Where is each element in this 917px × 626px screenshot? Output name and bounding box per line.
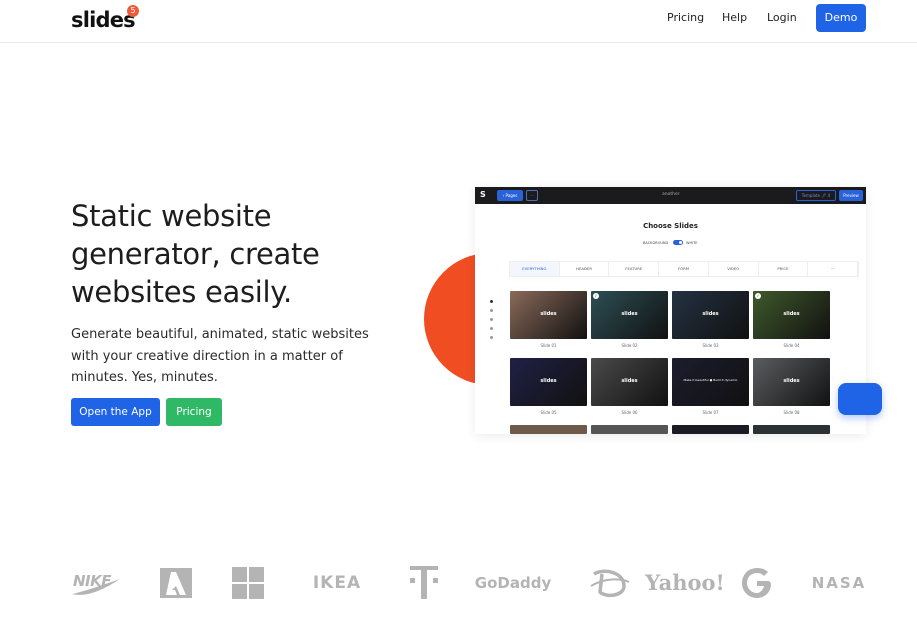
preview-tab: HEADER [560, 262, 610, 276]
side-dot [490, 327, 493, 330]
slide-thumbnail: slides ✓ [591, 291, 668, 339]
preview-side-dots [490, 300, 493, 345]
side-dot [490, 318, 493, 321]
check-icon: ✓ [755, 293, 761, 299]
hero-subtitle: Generate beautiful, animated, static web… [71, 327, 369, 385]
app-preview-screenshot: S ‹ Pages ··· another Template 🖊 4 Previ… [475, 187, 866, 434]
slide-caption: Slide 08 [783, 410, 800, 415]
ikea-logo: IKEA [312, 572, 362, 593]
slide-thumbnail-text: slides [621, 311, 638, 317]
hero-title: Static website generator, create website… [71, 199, 320, 309]
side-dot [490, 300, 493, 303]
preview-title: Choose Slides [643, 222, 698, 230]
slide-thumbnail: slides [753, 358, 830, 406]
preview-toggle-right-label: WHITE [686, 241, 698, 245]
side-dot [490, 336, 493, 339]
preview-toggle-switch [673, 240, 683, 245]
top-navbar: slides 5 Pricing Help Login Demo [0, 0, 917, 43]
google-logo [741, 560, 773, 605]
slide-thumbnail [672, 425, 749, 434]
t-mobile-logo [410, 560, 438, 605]
logo-badge: 5 [127, 5, 139, 17]
slide-thumbnail-text: slides [540, 311, 557, 317]
slide-thumbnail-text: Make it beautiful ● Build it dynamic [683, 378, 738, 382]
preview-preview-button: Preview [839, 190, 863, 201]
slide-caption: Slide 06 [621, 410, 638, 415]
nav-login-link[interactable]: Login [767, 11, 797, 24]
open-app-button[interactable]: Open the App [71, 398, 160, 426]
preview-tabs: EVERYTHING HEADER FEATURE FORM VIDEO PRICE ··· [509, 261, 859, 277]
preview-app-logo: S [480, 190, 486, 199]
slide-thumbnail: slides [510, 358, 587, 406]
nav-help-link[interactable]: Help [722, 11, 747, 24]
slide-thumbnail-text: slides [621, 378, 638, 384]
nike-logo: NIKE [70, 560, 122, 605]
preview-project-name: another [662, 192, 680, 197]
slide-thumbnail: slides [591, 358, 668, 406]
windows-icon [232, 566, 264, 599]
preview-tab: ··· [808, 262, 859, 276]
slide-thumbnail: Make it beautiful ● Build it dynamic [672, 358, 749, 406]
preview-toolbar: S ‹ Pages ··· another Template 🖊 4 Previ… [475, 187, 866, 204]
check-icon: ✓ [593, 293, 599, 299]
preview-toggle-left-label: BACKGROUND [643, 241, 669, 245]
preview-pages-button: ‹ Pages [497, 190, 523, 201]
nike-swoosh-icon: NIKE [72, 572, 120, 595]
nav-pricing-link[interactable]: Pricing [667, 11, 704, 24]
slide-caption: Slide 04 [783, 343, 800, 348]
slide-thumbnail: slides ✓ [753, 291, 830, 339]
slide-thumbnail: slides [672, 291, 749, 339]
side-dot [490, 309, 493, 312]
client-logos: NIKE IKEA GoDaddy Yahoo! NASA [0, 560, 917, 610]
slide-thumbnail-text: slides [702, 311, 719, 317]
slide-thumbnail-text: slides [540, 378, 557, 384]
preview-tab: PRICE [759, 262, 809, 276]
preview-tab: FEATURE [609, 262, 660, 276]
preview-template-button: Template 🖊 4 [796, 190, 836, 201]
slide-thumbnail [591, 425, 668, 434]
slide-thumbnail-text: slides [783, 378, 800, 384]
slide-caption: Slide 03 [702, 343, 719, 348]
preview-tab: EVERYTHING [510, 262, 560, 276]
chat-button[interactable] [838, 383, 882, 415]
preview-tab: VIDEO [709, 262, 759, 276]
disney-icon [590, 569, 630, 597]
nasa-logo: NASA [811, 573, 867, 592]
adobe-icon [160, 567, 192, 598]
svg-text:NIKE: NIKE [73, 572, 112, 590]
slide-caption: Slide 02 [621, 343, 638, 348]
demo-button[interactable]: Demo [816, 4, 866, 32]
preview-menu-button: ··· [526, 190, 538, 201]
slides-logo[interactable]: slides [71, 8, 136, 32]
yahoo-logo: Yahoo! [645, 570, 725, 595]
microsoft-logo [232, 560, 264, 605]
slide-thumbnail [510, 425, 587, 434]
slide-caption: Slide 05 [540, 410, 557, 415]
slide-caption: Slide 07 [702, 410, 719, 415]
adobe-logo [160, 560, 192, 605]
slide-thumbnail: slides [510, 291, 587, 339]
slide-caption: Slide 01 [540, 343, 557, 348]
pricing-button[interactable]: Pricing [166, 398, 222, 426]
google-g-icon [742, 567, 771, 598]
disney-logo [590, 560, 630, 605]
slide-thumbnail [753, 425, 830, 434]
godaddy-logo: GoDaddy [474, 573, 552, 592]
t-mobile-icon [410, 565, 438, 599]
slide-thumbnail-text: slides [783, 311, 800, 317]
preview-tab: FORM [659, 262, 709, 276]
